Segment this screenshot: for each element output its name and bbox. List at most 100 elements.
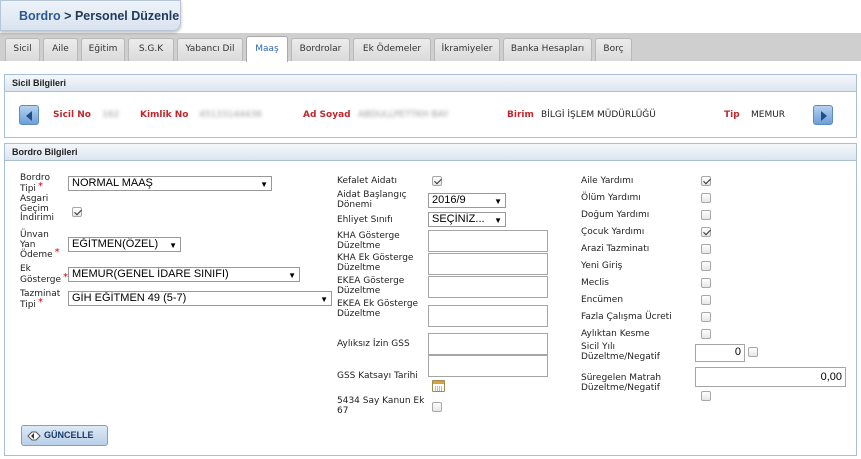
- ehliyet-select[interactable]: SEÇİNİZ... ▼: [428, 212, 506, 227]
- tab-aile[interactable]: Aile: [43, 38, 78, 61]
- arrow-left-icon: [26, 111, 32, 121]
- kanun-checkbox[interactable]: [432, 402, 442, 412]
- ayliksiz-input[interactable]: [428, 333, 548, 355]
- ekea-label: EKEA Gösterge Düzeltme: [337, 276, 405, 296]
- tab-sgk[interactable]: S.G.K: [128, 38, 174, 61]
- tab-banka-hesaplari[interactable]: Banka Hesapları: [503, 38, 592, 61]
- calendar-header: [433, 381, 444, 384]
- bordro-tipi-select[interactable]: NORMAL MAAŞ ▼: [68, 176, 272, 191]
- encumen-label: Encümen: [581, 295, 624, 305]
- sicil-panel-title: Sicil Bilgileri: [5, 75, 856, 92]
- aile-yardimi-checkbox[interactable]: [701, 176, 711, 186]
- olum-yardimi-checkbox[interactable]: [701, 193, 711, 203]
- meclis-checkbox[interactable]: [701, 278, 711, 288]
- aidat-select[interactable]: 2016/9 ▼: [428, 193, 506, 208]
- breadcrumb-root[interactable]: Bordro: [19, 9, 61, 23]
- suregelen-checkbox[interactable]: [701, 391, 711, 401]
- breadcrumb-current: Personel Düzenle: [74, 9, 180, 23]
- kimlik-no-label: Kimlik No: [140, 110, 189, 120]
- aile-yardimi-label: Aile Yardımı: [581, 176, 634, 186]
- tip-label: Tip: [724, 110, 740, 120]
- kefalet-label: Kefalet Aidatı: [337, 176, 398, 186]
- yeni-giris-label: Yeni Giriş: [581, 261, 623, 271]
- dropdown-arrow-icon: ▼: [288, 271, 296, 280]
- dogum-yardimi-checkbox[interactable]: [701, 210, 711, 220]
- meclis-label: Meclis: [581, 278, 609, 288]
- next-record-button[interactable]: [813, 105, 833, 125]
- tab-egitim[interactable]: Eğitim: [81, 38, 125, 61]
- fazla-calisma-checkbox[interactable]: [701, 312, 711, 322]
- ad-soyad-label: Ad Soyad: [303, 110, 351, 120]
- ekea-ek-label: EKEA Ek Gösterge Düzeltme: [337, 299, 419, 319]
- sicil-panel: Sicil Bilgileri: [4, 74, 857, 138]
- kefalet-checkbox[interactable]: [432, 176, 442, 186]
- asgari-checkbox[interactable]: [72, 207, 82, 217]
- ad-soyad-value: ABDULLPETTKH BAY: [358, 110, 449, 120]
- ek-gosterge-select[interactable]: MEMUR(GENEL İDARE SINIFI) ▼: [68, 267, 300, 282]
- gss-input[interactable]: [428, 355, 548, 377]
- cocuk-yardimi-checkbox[interactable]: [701, 227, 711, 237]
- tazminat-select[interactable]: GİH EĞİTMEN 49 (5-7) ▼: [68, 291, 332, 306]
- required-mark: *: [37, 296, 43, 308]
- gss-label: GSS Katsayı Tarihi: [337, 371, 418, 381]
- tab-sicil[interactable]: Sicil: [5, 38, 40, 61]
- tab-ek-odemeler[interactable]: Ek Ödemeler: [353, 38, 431, 61]
- guncelle-label: GÜNCELLE: [44, 430, 94, 440]
- sicil-yili-input[interactable]: 0: [695, 344, 745, 362]
- ayliktan-kesme-checkbox[interactable]: [701, 329, 711, 339]
- tab-maas[interactable]: Maaş: [246, 36, 288, 62]
- tab-yabanci-dil[interactable]: Yabancı Dil: [177, 38, 243, 61]
- breadcrumb-separator: >: [64, 9, 72, 23]
- ekea-input[interactable]: [428, 276, 548, 298]
- asgari-label: Asgari Geçim İndirimi: [20, 194, 55, 223]
- sicil-yili-checkbox[interactable]: [748, 347, 758, 357]
- ekea-ek-input[interactable]: [428, 305, 548, 327]
- tab-borc[interactable]: Borç: [595, 38, 632, 61]
- yeni-giris-checkbox[interactable]: [701, 261, 711, 271]
- calendar-icon[interactable]: [432, 380, 445, 392]
- sicil-no-value: 162: [102, 110, 120, 120]
- kha-label: KHA Gösterge Düzeltme: [337, 231, 400, 251]
- arazi-tazminati-checkbox[interactable]: [701, 244, 711, 254]
- aidat-label: Aidat Başlangıç Dönemi: [337, 190, 407, 210]
- dropdown-arrow-icon: ▼: [494, 197, 502, 206]
- prev-record-button[interactable]: [19, 105, 39, 125]
- unvan-select[interactable]: EĞİTMEN(ÖZEL) ▼: [68, 237, 181, 252]
- unvan-label: Ünvan Yan Ödeme *: [20, 230, 60, 260]
- cocuk-yardimi-label: Çocuk Yardımı: [581, 227, 645, 237]
- arrow-right-icon: [821, 111, 827, 121]
- kimlik-no-value: 45133144436: [199, 110, 262, 120]
- ek-gosterge-label: Ek Gösterge *: [20, 264, 69, 285]
- guncelle-button[interactable]: GÜNCELLE: [21, 425, 108, 446]
- sicil-yili-label: Sicil Yılı Düzeltme/Negatif: [581, 342, 660, 362]
- suregelen-label: Süregelen Matrah Düzeltme/Negatif: [581, 373, 662, 393]
- required-mark: *: [54, 247, 60, 258]
- required-mark: *: [37, 180, 43, 192]
- dropdown-arrow-icon: ▼: [320, 295, 328, 304]
- kanun-label: 5434 Say Kanun Ek 67: [337, 396, 425, 416]
- kha-input[interactable]: [428, 230, 548, 252]
- fazla-calisma-label: Fazla Çalışma Ücreti: [581, 312, 672, 322]
- bordro-panel-title: Bordro Bilgileri: [5, 144, 856, 161]
- olum-yardimi-label: Ölüm Yardımı: [581, 193, 641, 203]
- sicil-no-label: Sicil No: [53, 110, 91, 120]
- calendar-grid: [435, 386, 442, 391]
- tab-ikramiyeler[interactable]: İkramiyeler: [434, 38, 500, 61]
- kha-ek-input[interactable]: [428, 253, 548, 275]
- bordro-tipi-label: Bordro Tipi *: [20, 173, 50, 194]
- ayliksiz-label: Aylıksız İzin GSS: [337, 339, 410, 349]
- page: Bordro > Personel Düzenle Sicil Aile Eği…: [0, 0, 861, 459]
- ehliyet-label: Ehliyet Sınıfı: [337, 215, 393, 225]
- birim-value: BİLGİ İŞLEM MÜDÜRLÜĞÜ: [541, 110, 656, 120]
- arazi-tazminati-label: Arazi Tazminatı: [581, 244, 650, 254]
- tab-bar: Sicil Aile Eğitim S.G.K Yabancı Dil Maaş…: [0, 33, 861, 62]
- birim-label: Birim: [507, 110, 534, 120]
- dropdown-arrow-icon: ▼: [169, 241, 177, 250]
- dropdown-arrow-icon: ▼: [260, 180, 268, 189]
- encumen-checkbox[interactable]: [701, 295, 711, 305]
- tab-bordrolar[interactable]: Bordrolar: [291, 38, 350, 61]
- breadcrumb: Bordro > Personel Düzenle: [0, 0, 181, 31]
- save-icon: [27, 431, 41, 441]
- suregelen-input[interactable]: 0,00: [695, 367, 846, 387]
- tip-value: MEMUR: [751, 110, 786, 120]
